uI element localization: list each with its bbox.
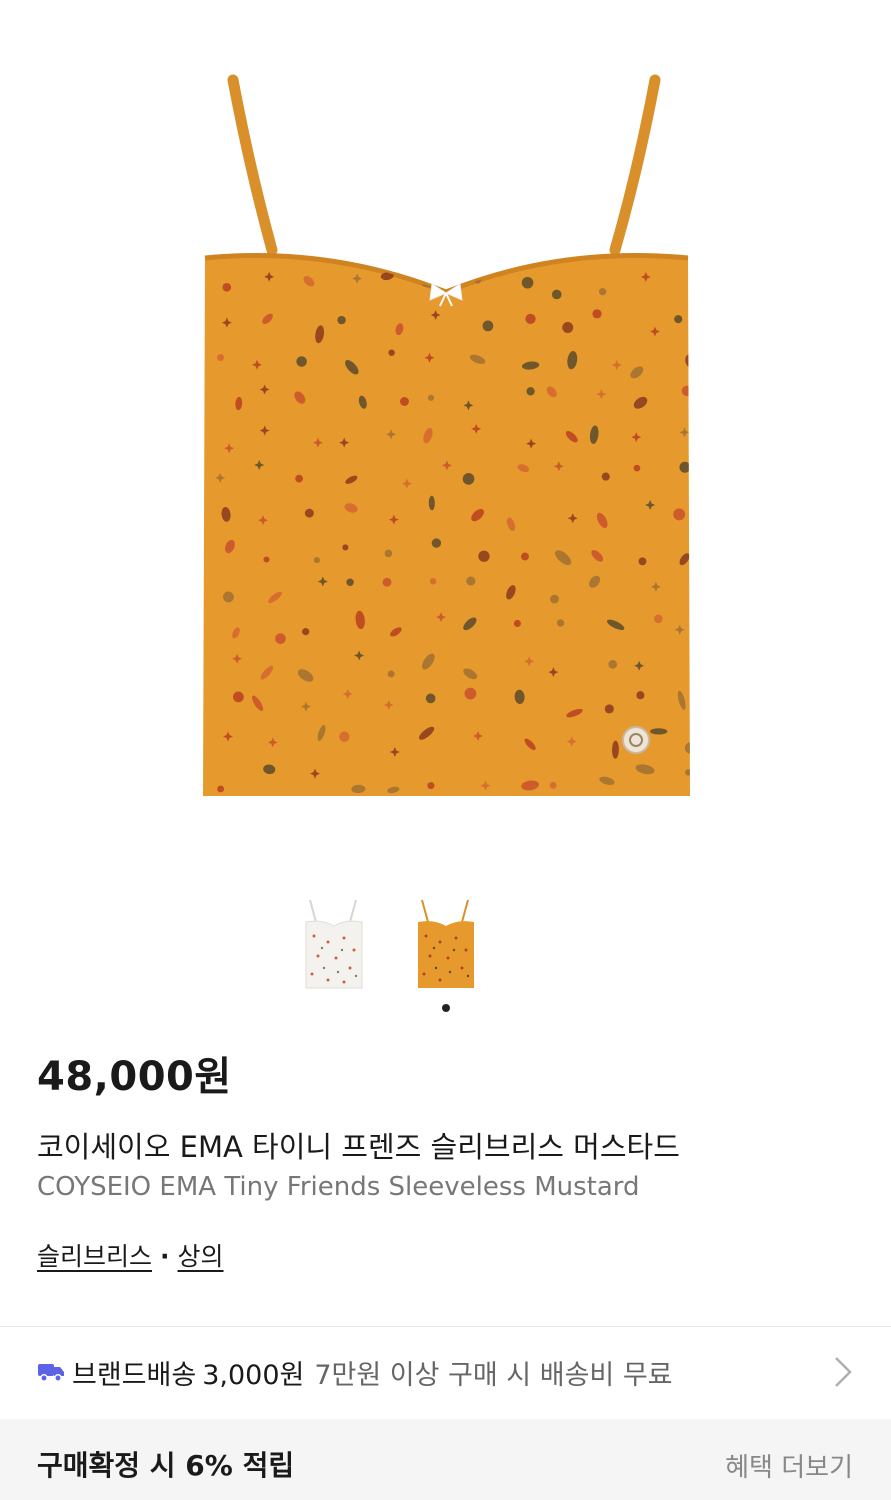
print-motif: [462, 473, 475, 485]
print-motif: [482, 320, 494, 332]
product-name-english: COYSEIO EMA Tiny Friends Sleeveless Must…: [37, 1172, 640, 1202]
print-motif: [431, 538, 442, 548]
print-motif: [521, 552, 529, 561]
print-motif: [681, 385, 690, 397]
print-motif: [650, 728, 668, 735]
thumbnail-white[interactable]: [298, 896, 370, 992]
print-motif: [388, 349, 395, 356]
print-motif: [513, 619, 521, 627]
print-motif: [304, 508, 314, 518]
print-motif: [556, 619, 565, 627]
reward-benefit-bar: 구매확정 시 6% 적립 혜택 더보기: [0, 1419, 891, 1500]
product-image[interactable]: [0, 0, 891, 880]
mustard-camisole-illustration: [203, 74, 705, 797]
print-motif: [562, 322, 574, 334]
print-motif: [342, 544, 349, 551]
print-motif: [684, 769, 690, 776]
print-motif: [601, 472, 610, 481]
print-motif: [425, 693, 436, 704]
print-motif: [217, 354, 225, 362]
shipping-type: 브랜드배송: [72, 1360, 197, 1391]
print-motif: [550, 594, 559, 604]
category-link-tops[interactable]: 상의: [178, 1242, 224, 1271]
print-motif: [638, 557, 647, 566]
print-motif: [339, 731, 350, 742]
print-motif: [598, 288, 607, 296]
print-motif: [222, 283, 232, 292]
print-motif: [521, 276, 534, 289]
category-breadcrumb: 슬리브리스 · 상의: [37, 1237, 224, 1273]
print-motif: [302, 627, 310, 636]
print-motif: [233, 691, 244, 703]
print-motif: [222, 591, 234, 603]
thumbnail-strip: [0, 896, 891, 996]
print-motif: [296, 356, 307, 367]
print-motif: [427, 782, 435, 790]
print-motif: [427, 394, 435, 401]
print-motif: [674, 315, 683, 324]
print-motif: [689, 284, 690, 294]
free-shipping-note: 7만원 이상 구매 시 배송비 무료: [314, 1360, 673, 1391]
print-motif: [636, 691, 645, 700]
print-motif: [694, 666, 705, 677]
print-motif: [382, 577, 392, 587]
print-motif: [387, 670, 395, 678]
print-motif: [313, 557, 320, 564]
print-motif: [464, 687, 477, 700]
print-motif: [690, 594, 700, 604]
print-motif: [592, 309, 602, 319]
print-motif: [275, 633, 286, 644]
product-name-korean: 코이세이오 EMA 타이니 프렌즈 슬리브리스 머스타드: [37, 1130, 680, 1164]
print-motif: [633, 464, 641, 472]
print-motif: [400, 397, 409, 406]
print-motif: [608, 659, 618, 669]
print-motif: [337, 315, 346, 325]
print-motif: [478, 550, 490, 562]
print-motif: [346, 578, 354, 586]
print-motif: [466, 576, 476, 586]
print-motif: [295, 474, 304, 483]
category-separator: ·: [160, 1242, 170, 1271]
print-motif: [684, 742, 690, 754]
print-motif: [384, 549, 393, 558]
print-motif: [679, 461, 690, 473]
view-benefits-link[interactable]: 혜택 더보기: [725, 1447, 853, 1484]
shipping-label: 브랜드배송 3,000원 7만원 이상 구매 시 배송비 무료: [72, 1353, 673, 1392]
shipping-info-row[interactable]: 브랜드배송 3,000원 7만원 이상 구매 시 배송비 무료: [0, 1327, 891, 1419]
carousel-indicator: [442, 1004, 450, 1012]
print-motif: [263, 556, 270, 563]
print-motif: [673, 508, 686, 521]
product-price: 48,000원: [37, 1054, 232, 1100]
thumbnail-mustard[interactable]: [410, 896, 482, 992]
print-motif: [551, 289, 562, 300]
print-motif: [654, 614, 663, 624]
print-motif: [604, 704, 614, 714]
print-motif: [217, 785, 225, 793]
print-motif: [549, 781, 557, 789]
reward-text: 구매확정 시 6% 적립: [37, 1449, 295, 1482]
print-motif: [525, 313, 536, 324]
chevron-right-icon: [832, 1355, 854, 1393]
print-motif: [526, 387, 535, 396]
category-link-sleeveless[interactable]: 슬리브리스: [37, 1242, 152, 1271]
truck-icon: [37, 1361, 65, 1387]
print-motif: [429, 578, 437, 585]
shipping-fee: 3,000원: [202, 1360, 305, 1391]
